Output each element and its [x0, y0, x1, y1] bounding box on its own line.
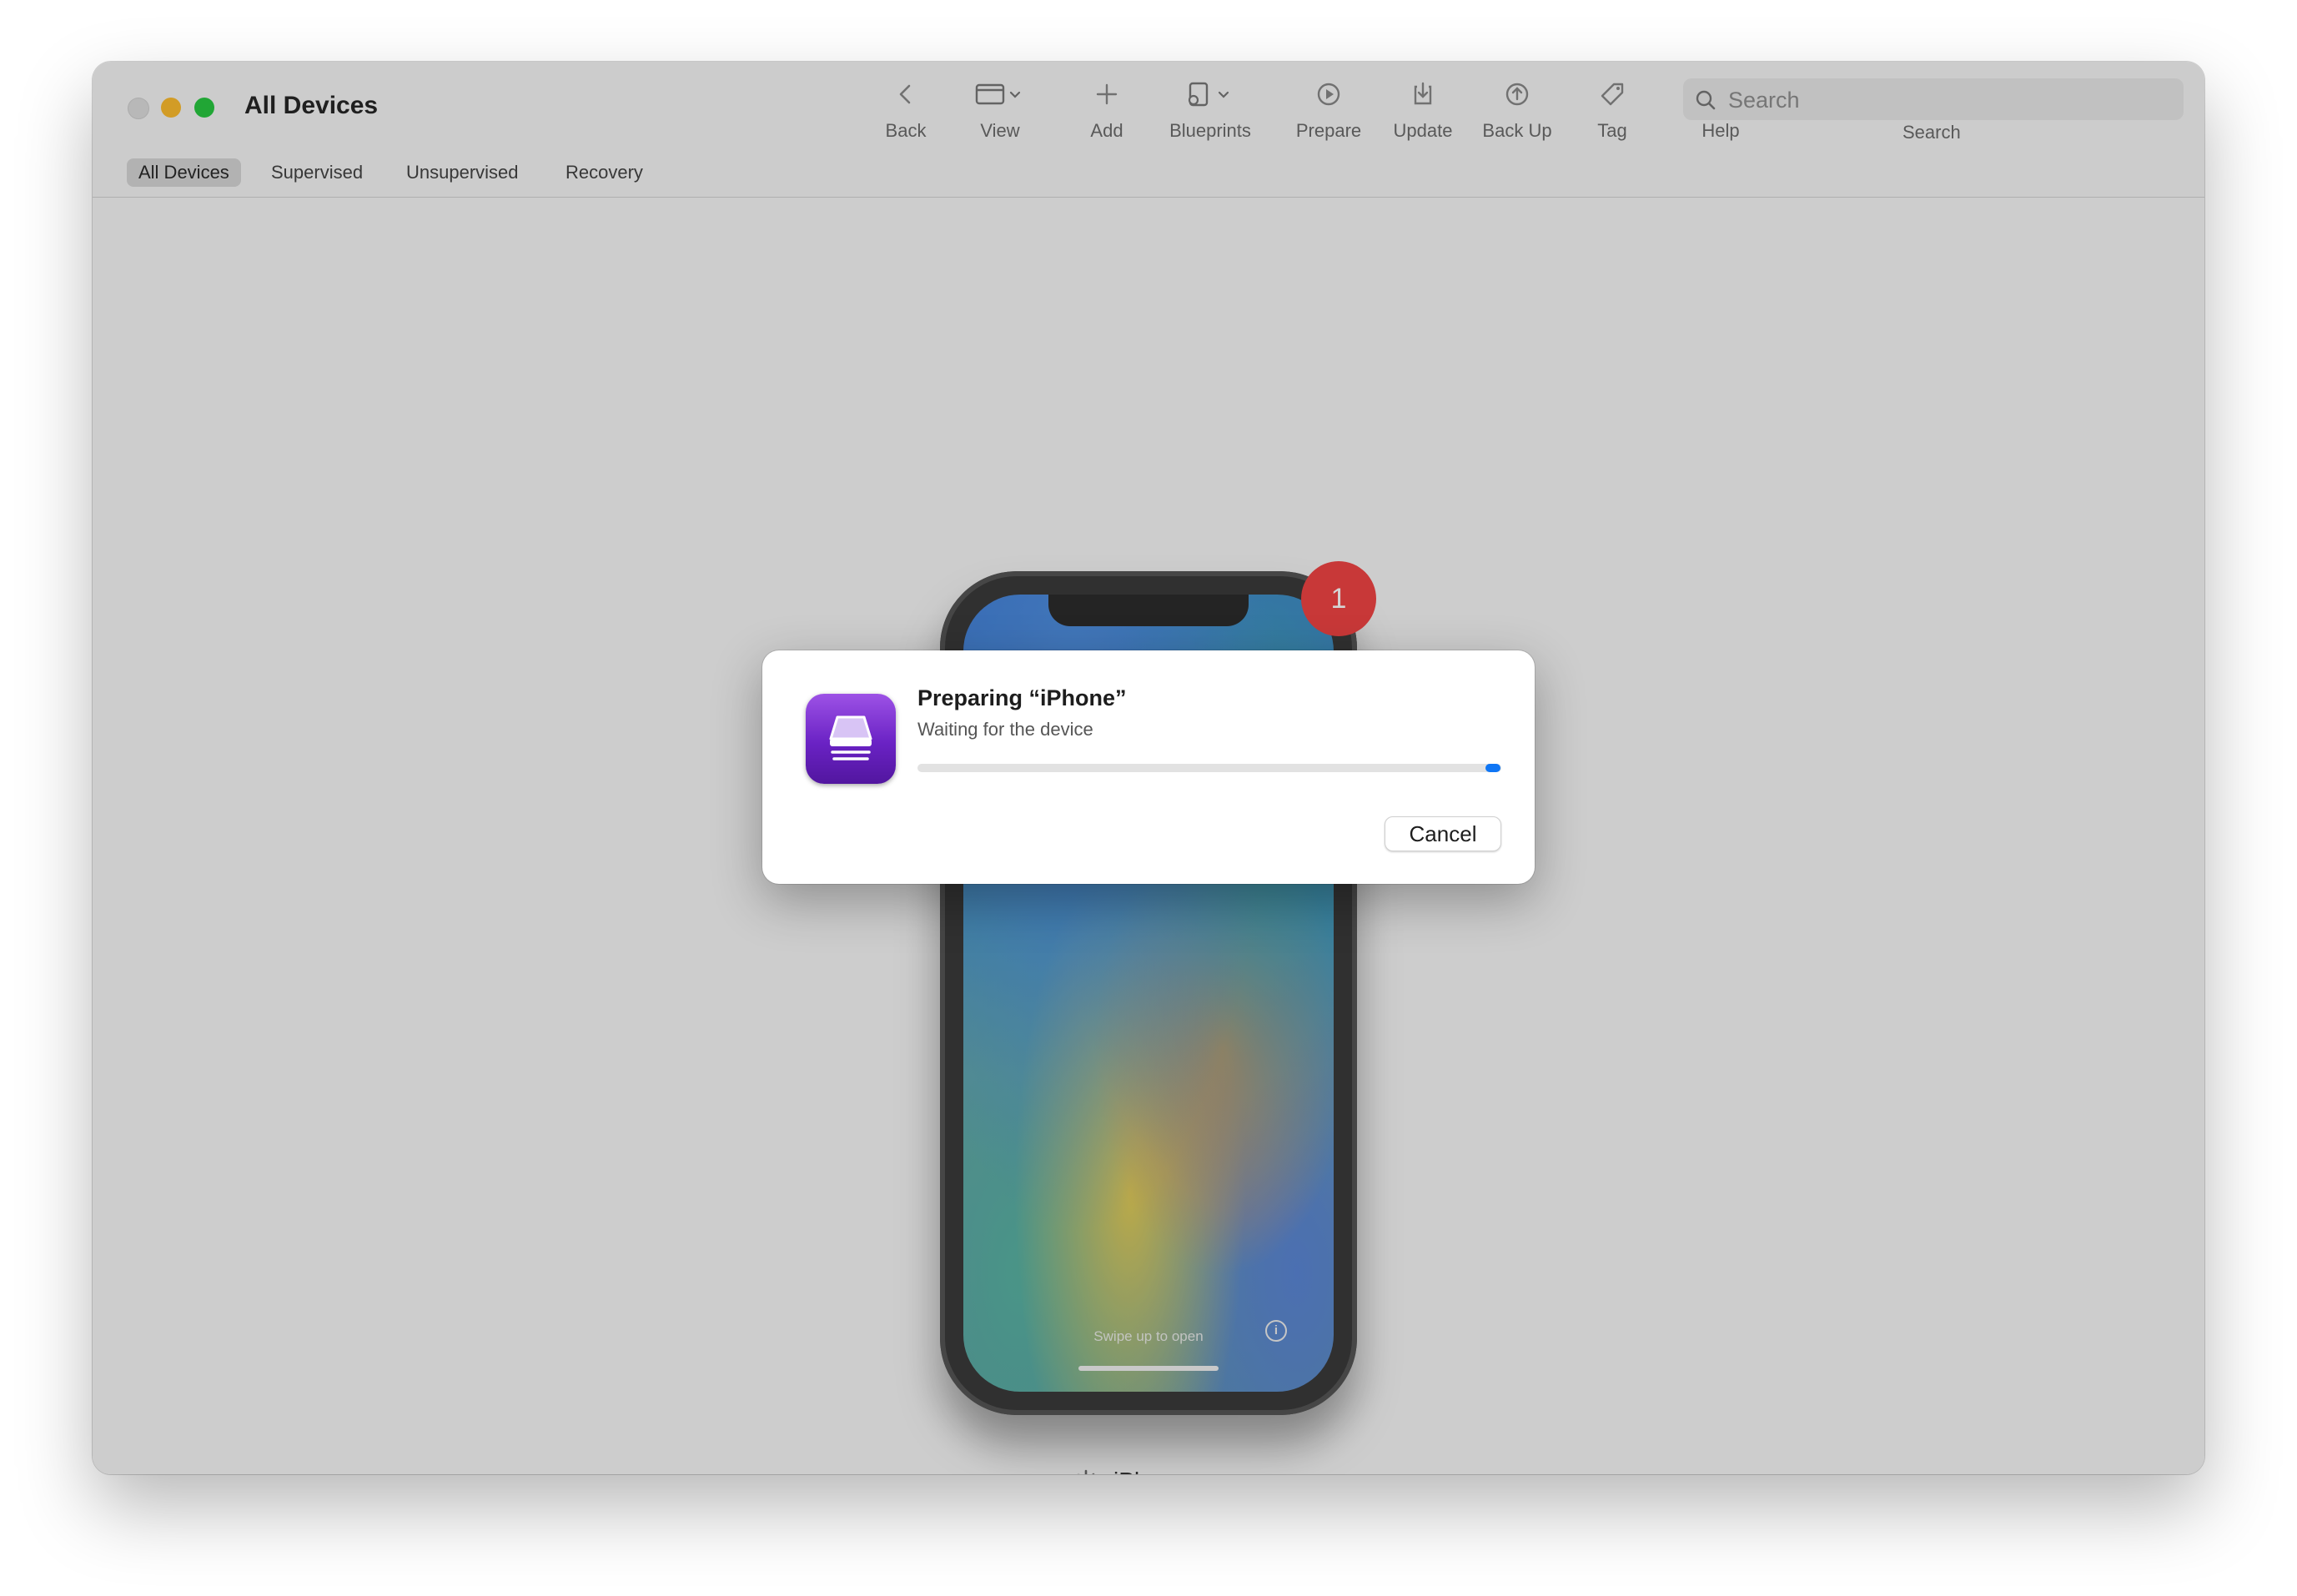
cancel-button[interactable]: Cancel — [1385, 816, 1501, 851]
prepare-progress-dialog: Preparing “iPhone” Waiting for the devic… — [762, 650, 1535, 884]
progress-indicator — [1485, 764, 1500, 772]
dialog-status: Waiting for the device — [917, 719, 1093, 740]
apple-configurator-icon — [806, 694, 896, 784]
progress-bar — [917, 764, 1501, 772]
dialog-title: Preparing “iPhone” — [917, 685, 1127, 710]
